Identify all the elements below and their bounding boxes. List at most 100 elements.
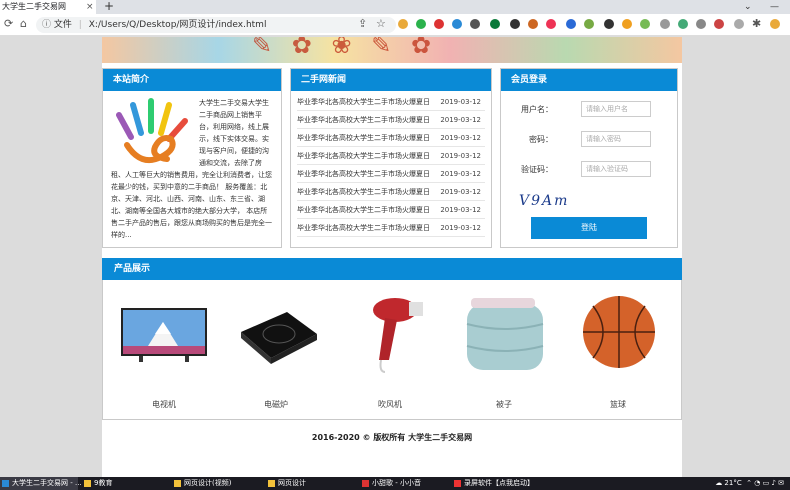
taskbar: 大学生二手交易网 - ... 9教育 网页设计(视频) 网页设计 小甜歌 - 小… — [0, 477, 790, 490]
news-item-date: 2019-03-12 — [440, 98, 481, 106]
news-item-date: 2019-03-12 — [440, 188, 481, 196]
folder-icon — [84, 480, 91, 487]
taskbar-item[interactable]: 网页设计 — [266, 477, 354, 490]
hand-logo-icon — [116, 98, 188, 163]
product-item[interactable]: 电视机 — [109, 290, 219, 410]
weather-icon[interactable]: ☁ — [715, 479, 722, 487]
url-separator: | — [78, 20, 82, 30]
extension-icon[interactable] — [452, 19, 462, 29]
taskbar-item-label: 网页设计(视频) — [184, 479, 232, 487]
news-item-date: 2019-03-12 — [440, 134, 481, 142]
taskbar-item-label: 大学生二手交易网 - ... — [12, 479, 82, 487]
info-icon[interactable]: ⓘ — [42, 20, 51, 30]
extension-icon[interactable] — [528, 19, 538, 29]
captcha-image[interactable]: V9Am — [519, 193, 569, 209]
close-tab-icon[interactable]: × — [86, 0, 94, 14]
extension-icon[interactable] — [660, 19, 670, 29]
news-item[interactable]: 毕业季华北各高校大学生二手市场火爆夏日 2019-03-12 — [297, 93, 485, 111]
extension-icon[interactable] — [584, 19, 594, 29]
taskbar-item-label: 9教育 — [94, 479, 113, 487]
web-page: ✎ ✿ ❀ ✎ ✿ 本站简介 大学生二手交易大学生二手商品网上销售平台，利用网络… — [102, 37, 682, 477]
extension-icon[interactable] — [696, 19, 706, 29]
news-item[interactable]: 毕业季华北各高校大学生二手市场火爆夏日 2019-03-12 — [297, 111, 485, 129]
product-item[interactable]: 电磁炉 — [221, 290, 331, 410]
products-panel: 电视机 电磁炉 吹风机 被子 篮球 — [102, 280, 682, 420]
news-item-date: 2019-03-12 — [440, 116, 481, 124]
news-item-title: 毕业季华北各高校大学生二手市场火爆夏日 — [297, 116, 430, 124]
product-item[interactable]: 吹风机 — [335, 290, 445, 410]
weather-temp[interactable]: 21°C — [724, 479, 741, 487]
url-field[interactable]: ⓘ 文件 | X:/Users/Q/Desktop/网页设计/index.htm… — [36, 17, 396, 33]
username-input[interactable]: 请输入用户名 — [581, 101, 651, 117]
news-item[interactable]: 毕业季华北各高校大学生二手市场火爆夏日 2019-03-12 — [297, 219, 485, 237]
system-tray: ☁ 21°C ⌃ ◔ ▭ ♪ ✉ — [715, 477, 784, 490]
product-item[interactable]: 篮球 — [563, 290, 673, 410]
tv-icon — [121, 308, 207, 362]
intro-title: 本站简介 — [103, 69, 281, 91]
extension-icon[interactable] — [714, 19, 724, 29]
taskbar-item[interactable]: 录屏软件【点我启动】 — [452, 477, 548, 490]
extension-icon[interactable] — [546, 19, 556, 29]
news-item-title: 毕业季华北各高校大学生二手市场火爆夏日 — [297, 170, 430, 178]
tray-icons[interactable]: ⌃ ◔ ▭ ♪ ✉ — [744, 479, 784, 487]
url-text: X:/Users/Q/Desktop/网页设计/index.html — [88, 20, 267, 30]
username-row: 用户名： 请输入用户名 — [501, 99, 677, 123]
extension-icon[interactable] — [640, 19, 650, 29]
captcha-input[interactable]: 请输入验证码 — [581, 161, 651, 177]
news-item[interactable]: 毕业季华北各高校大学生二手市场火爆夏日 2019-03-12 — [297, 201, 485, 219]
taskbar-item-label: 网页设计 — [278, 479, 306, 487]
browser-tab[interactable]: 大学生二手交易网 × — [0, 0, 96, 14]
extension-icon[interactable] — [604, 19, 614, 29]
taskbar-item-label: 录屏软件【点我启动】 — [464, 479, 534, 487]
password-input[interactable]: 请输入密码 — [581, 131, 651, 147]
reload-icon[interactable]: ⟳ — [4, 17, 13, 30]
news-item[interactable]: 毕业季华北各高校大学生二手市场火爆夏日 2019-03-12 — [297, 147, 485, 165]
extension-icon[interactable] — [416, 19, 426, 29]
password-row: 密码： 请输入密码 — [501, 129, 677, 153]
new-tab-button[interactable]: + — [104, 0, 114, 13]
extension-icon[interactable] — [566, 19, 576, 29]
share-icon[interactable]: ⇪ — [358, 17, 367, 30]
password-label: 密码： — [529, 135, 553, 144]
taskbar-item[interactable]: 大学生二手交易网 - ... — [0, 477, 82, 490]
taskbar-item[interactable]: 小甜歌 - 小小音 — [360, 477, 448, 490]
tab-search-icon[interactable]: ⌄ — [744, 0, 752, 14]
login-button[interactable]: 登陆 — [531, 217, 647, 239]
minimize-button[interactable]: — — [770, 0, 779, 14]
news-item[interactable]: 毕业季华北各高校大学生二手市场火爆夏日 2019-03-12 — [297, 129, 485, 147]
puzzle-icon[interactable]: ✱ — [752, 17, 761, 30]
news-item[interactable]: 毕业季华北各高校大学生二手市场火爆夏日 2019-03-12 — [297, 183, 485, 201]
extension-icon[interactable] — [510, 19, 520, 29]
news-item[interactable]: 毕业季华北各高校大学生二手市场火爆夏日 2019-03-12 — [297, 165, 485, 183]
product-item[interactable]: 被子 — [449, 290, 559, 410]
extension-icon[interactable] — [734, 19, 744, 29]
quilt-icon — [466, 298, 544, 370]
cooktop-icon — [241, 312, 317, 364]
tab-bar: 大学生二手交易网 × + ⌄ — — [0, 0, 790, 14]
news-item-date: 2019-03-12 — [440, 170, 481, 178]
news-item-title: 毕业季华北各高校大学生二手市场火爆夏日 — [297, 152, 430, 160]
news-item-title: 毕业季华北各高校大学生二手市场火爆夏日 — [297, 206, 430, 214]
profile-avatar[interactable] — [770, 19, 780, 29]
chrome-icon — [2, 480, 9, 487]
extension-icon[interactable] — [434, 19, 444, 29]
news-item-date: 2019-03-12 — [440, 224, 481, 232]
home-icon[interactable]: ⌂ — [20, 17, 27, 30]
news-item-title: 毕业季华北各高校大学生二手市场火爆夏日 — [297, 134, 430, 142]
intro-body: 大学生二手交易大学生二手商品网上销售平台，利用网络，线上展示，线下实体交易。实现… — [103, 91, 281, 247]
extension-icon[interactable] — [398, 19, 408, 29]
news-list: 毕业季华北各高校大学生二手市场火爆夏日 2019-03-12 毕业季华北各高校大学… — [291, 91, 491, 239]
extension-icon[interactable] — [678, 19, 688, 29]
news-item-date: 2019-03-12 — [440, 206, 481, 214]
intro-panel: 本站简介 大学生二手交易大学生二手商品网上销售平台，利用网络，线上展示，线下实体… — [102, 68, 282, 248]
folder-icon — [174, 480, 181, 487]
extension-icon[interactable] — [622, 19, 632, 29]
star-icon[interactable]: ☆ — [376, 17, 386, 30]
product-label: 篮球 — [610, 400, 626, 409]
taskbar-item[interactable]: 网页设计(视频) — [172, 477, 260, 490]
banner-image: ✎ ✿ ❀ ✎ ✿ — [102, 37, 682, 63]
extension-icon[interactable] — [490, 19, 500, 29]
extension-icon[interactable] — [470, 19, 480, 29]
footer-copyright: 2016-2020 © 版权所有 大学生二手交易网 — [311, 433, 473, 442]
taskbar-item[interactable]: 9教育 — [82, 477, 162, 490]
